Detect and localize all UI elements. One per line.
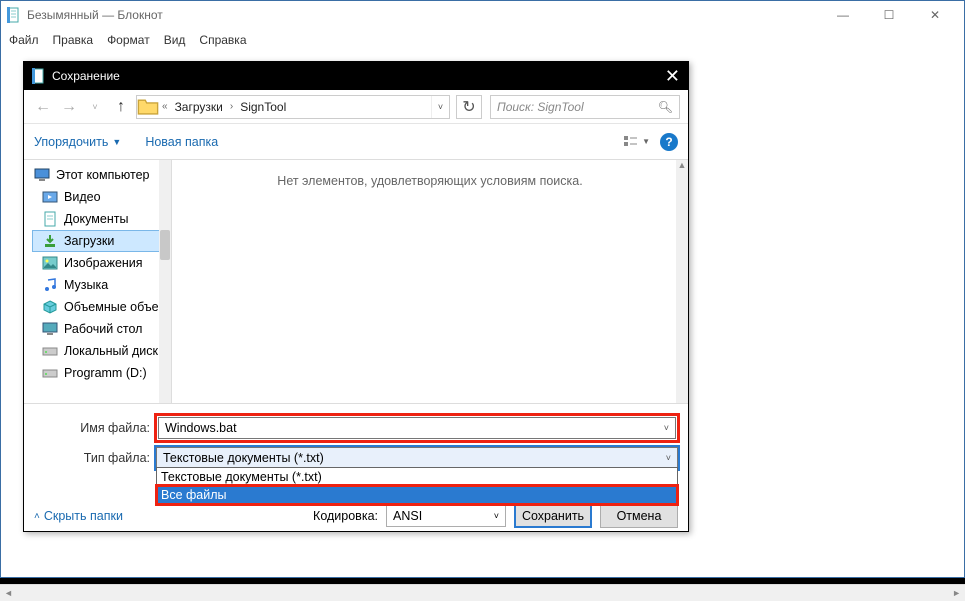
cancel-button[interactable]: Отмена — [600, 504, 678, 528]
filetype-select[interactable]: Текстовые документы (*.txt) ˅ — [156, 447, 678, 469]
tree-item[interactable]: Видео — [32, 186, 171, 208]
file-scrollbar[interactable]: ▲ — [676, 160, 688, 403]
item-icon — [42, 299, 58, 315]
menubar: Файл Правка Формат Вид Справка — [1, 29, 964, 51]
menu-format[interactable]: Формат — [107, 33, 150, 47]
dialog-close-button[interactable]: ✕ — [665, 66, 680, 87]
address-bar-row: ← → ˅ ↑ « Загрузки › SignTool ˅ ↻ Поиск:… — [24, 90, 688, 124]
chevron-down-icon: ˅ — [494, 511, 499, 521]
dialog-toolbar: Упорядочить ▼ Новая папка ▼ ? — [24, 124, 688, 160]
breadcrumb-bar[interactable]: « Загрузки › SignTool ˅ — [136, 95, 450, 119]
search-icon: 🔍︎ — [658, 100, 673, 114]
chevron-down-icon: ▼ — [112, 137, 121, 147]
up-button[interactable]: ↑ — [110, 96, 132, 118]
menu-file[interactable]: Файл — [9, 33, 39, 47]
encoding-select[interactable]: ANSI ˅ — [386, 505, 506, 527]
titlebar: Безымянный — Блокнот — ☐ ✕ — [1, 1, 964, 29]
dialog-footer: Имя файла: Windows.bat ˅ Тип файла: Текс… — [24, 403, 688, 531]
dialog-body: Этот компьютерВидеоДокументыЗагрузкиИзоб… — [24, 160, 688, 403]
organize-menu[interactable]: Упорядочить ▼ — [34, 135, 121, 149]
item-icon — [42, 211, 58, 227]
view-options[interactable]: ▼ — [623, 135, 650, 149]
filetype-option[interactable]: Все файлы — [157, 486, 677, 504]
pc-icon — [34, 167, 50, 183]
tree-item[interactable]: Локальный диск — [32, 340, 171, 362]
filename-input[interactable]: Windows.bat ˅ — [158, 417, 676, 439]
dialog-titlebar: Сохранение ✕ — [24, 62, 688, 90]
notepad-icon — [7, 7, 21, 23]
menu-view[interactable]: Вид — [164, 33, 186, 47]
tree-item[interactable]: Документы — [32, 208, 171, 230]
chevron-down-icon[interactable]: ˅ — [664, 423, 669, 433]
window-title: Безымянный — Блокнот — [27, 8, 163, 22]
item-icon — [42, 233, 58, 249]
refresh-button[interactable]: ↻ — [456, 95, 482, 119]
chevron-right-icon: › — [227, 101, 236, 112]
tree-scrollbar[interactable] — [159, 160, 171, 403]
tree-root[interactable]: Этот компьютер — [32, 164, 171, 186]
empty-message: Нет элементов, удовлетворяющих условиям … — [172, 174, 688, 188]
recent-locations[interactable]: ˅ — [84, 96, 106, 118]
search-placeholder: Поиск: SignTool — [497, 100, 584, 114]
filetype-option[interactable]: Текстовые документы (*.txt) — [157, 468, 677, 486]
item-icon — [42, 189, 58, 205]
save-dialog: Сохранение ✕ ← → ˅ ↑ « Загрузки › SignTo… — [23, 61, 689, 532]
item-icon — [42, 255, 58, 271]
item-icon — [42, 277, 58, 293]
breadcrumb-sep: « — [159, 101, 171, 112]
menu-help[interactable]: Справка — [199, 33, 246, 47]
back-button[interactable]: ← — [32, 96, 54, 118]
filename-label: Имя файла: — [34, 421, 156, 435]
tree-item[interactable]: Изображения — [32, 252, 171, 274]
hide-folders-toggle[interactable]: ˄ Скрыть папки — [34, 509, 123, 523]
file-list[interactable]: Нет элементов, удовлетворяющих условиям … — [172, 160, 688, 403]
notepad-window: Безымянный — Блокнот — ☐ ✕ Файл Правка Ф… — [0, 0, 965, 578]
breadcrumb-history[interactable]: ˅ — [431, 96, 449, 118]
tree-item[interactable]: Объемные объекты — [32, 296, 171, 318]
tree-item[interactable]: Музыка — [32, 274, 171, 296]
forward-button[interactable]: → — [58, 96, 80, 118]
maximize-button[interactable]: ☐ — [866, 1, 912, 29]
page-scrollbar[interactable]: ◄► — [0, 584, 965, 601]
menu-edit[interactable]: Правка — [53, 33, 94, 47]
new-folder-button[interactable]: Новая папка — [145, 135, 218, 149]
item-icon — [42, 343, 58, 359]
filetype-label: Тип файла: — [34, 451, 156, 465]
notepad-icon — [32, 68, 46, 84]
item-icon — [42, 365, 58, 381]
close-button[interactable]: ✕ — [912, 1, 958, 29]
chevron-down-icon[interactable]: ˅ — [666, 453, 671, 463]
tree-item[interactable]: Programm (D:) — [32, 362, 171, 384]
dialog-title: Сохранение — [52, 69, 120, 83]
save-button[interactable]: Сохранить — [514, 504, 592, 528]
breadcrumb-part[interactable]: Загрузки — [171, 100, 227, 114]
tree-item[interactable]: Рабочий стол — [32, 318, 171, 340]
tree-item[interactable]: Загрузки — [32, 230, 171, 252]
encoding-label: Кодировка: — [313, 509, 378, 523]
minimize-button[interactable]: — — [820, 1, 866, 29]
chevron-up-icon: ˄ — [34, 511, 40, 522]
nav-tree: Этот компьютерВидеоДокументыЗагрузкиИзоб… — [24, 160, 172, 403]
window-controls: — ☐ ✕ — [820, 1, 958, 29]
folder-icon — [137, 96, 159, 118]
breadcrumb-part[interactable]: SignTool — [236, 100, 290, 114]
help-button[interactable]: ? — [660, 133, 678, 151]
search-input[interactable]: Поиск: SignTool 🔍︎ — [490, 95, 680, 119]
item-icon — [42, 321, 58, 337]
filetype-dropdown: Текстовые документы (*.txt) Все файлы — [156, 467, 678, 505]
